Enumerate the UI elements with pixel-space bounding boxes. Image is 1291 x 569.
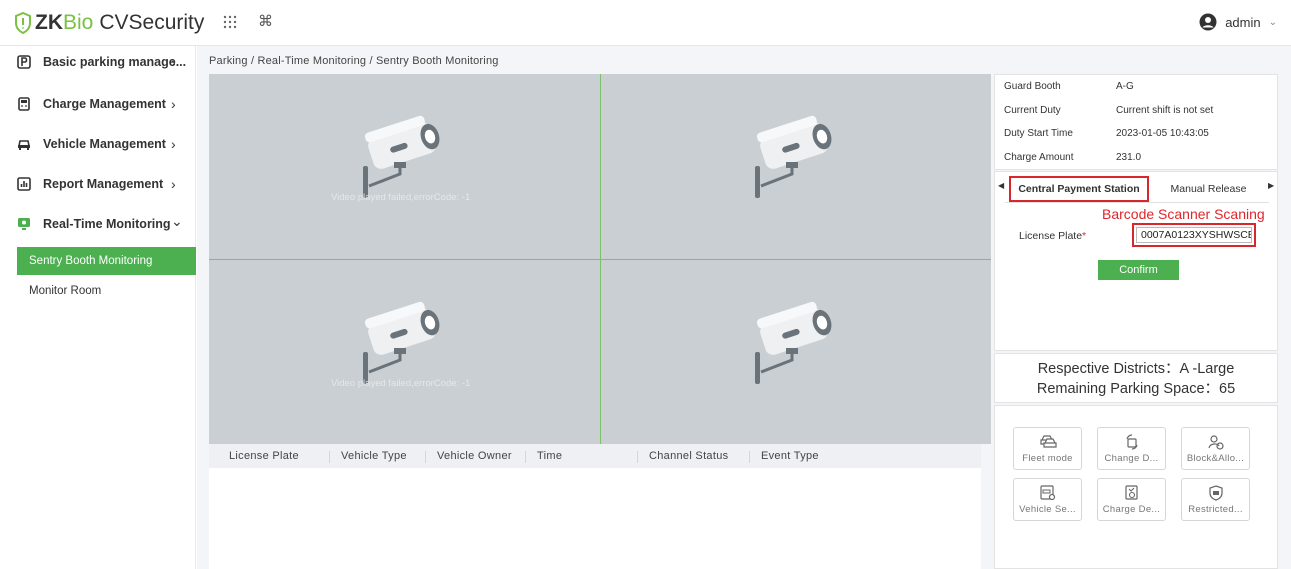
confirm-button[interactable]: Confirm — [1098, 260, 1179, 280]
change-duty-icon — [1125, 434, 1138, 450]
tab-scroll-right-icon[interactable]: ▶ — [1268, 181, 1274, 190]
sidebar-item-vehicle[interactable]: Vehicle Management › — [0, 128, 196, 160]
column-header-time[interactable]: Time — [537, 450, 562, 462]
district-panel: Respective Districts：A -Large Remaining … — [994, 353, 1278, 403]
chevron-down-icon: ⌄ — [171, 213, 183, 229]
sidebar-item-label: Basic parking manage... — [43, 55, 187, 69]
shield-logo-icon — [15, 12, 31, 34]
sidebar-item-label: Charge Management — [43, 97, 166, 111]
events-table-body — [209, 468, 981, 569]
quick-actions-panel: Fleet mode Change D... Block&Allo... Veh… — [994, 405, 1278, 569]
sidebar-item-charge[interactable]: Charge Management › — [0, 88, 196, 120]
remaining-space: Remaining Parking Space：65 — [1036, 381, 1236, 397]
grid-divider-horizontal — [209, 259, 991, 260]
video-cell-1[interactable]: Video played failed,errorCode: -1 — [209, 74, 599, 258]
tab-scroll-left-icon[interactable]: ◀ — [998, 181, 1004, 190]
video-cell-4[interactable] — [601, 260, 991, 444]
chart-icon — [17, 177, 31, 191]
column-header-vehicle-type[interactable]: Vehicle Type — [341, 450, 407, 462]
payment-panel: ◀ Central Payment Station Manual Release… — [994, 171, 1278, 351]
sidebar-subitem-monitor-room[interactable]: Monitor Room — [17, 277, 196, 305]
user-name: admin — [1225, 14, 1261, 30]
info-value-current-duty: Current shift is not set — [1116, 105, 1214, 116]
tab-central-payment[interactable]: Central Payment Station — [1009, 176, 1149, 202]
breadcrumb: Parking / Real-Time Monitoring / Sentry … — [209, 55, 499, 67]
charge-detail-icon — [1124, 485, 1138, 500]
sidebar-item-label: Real-Time Monitoring — [43, 217, 171, 231]
charge-detail-button[interactable]: Charge De... — [1097, 478, 1166, 521]
user-menu[interactable]: admin ⌄ — [1199, 13, 1277, 31]
sidebar: Basic parking manage... › Charge Managem… — [0, 46, 196, 569]
sidebar-subitem-sentry-booth[interactable]: Sentry Booth Monitoring — [17, 247, 196, 275]
sidebar-item-label: Vehicle Management — [43, 137, 166, 151]
info-label-duty-start: Duty Start Time — [1004, 128, 1073, 139]
license-plate-input[interactable] — [1136, 227, 1252, 243]
chevron-right-icon: › — [171, 96, 176, 112]
restricted-button[interactable]: Restricted... — [1181, 478, 1250, 521]
scanner-note: Barcode Scanner Scaning — [1102, 206, 1265, 222]
info-label-guard-booth: Guard Booth — [1004, 81, 1061, 92]
license-plate-label: License Plate* — [1019, 230, 1087, 242]
sidebar-item-label: Report Management — [43, 177, 164, 191]
info-value-charge-amount: 231.0 — [1116, 152, 1142, 163]
events-table-header: License Plate Vehicle Type Vehicle Owner… — [209, 444, 981, 468]
camera-icon — [755, 301, 832, 384]
sidebar-subitem-label: Monitor Room — [29, 285, 102, 297]
sidebar-item-basic-parking[interactable]: Basic parking manage... › — [0, 46, 196, 78]
apps-grid-icon[interactable] — [222, 14, 238, 30]
app-logo[interactable]: ZK Bio CVSecurity — [14, 10, 204, 36]
car-icon — [18, 140, 30, 150]
sidebar-item-report[interactable]: Report Management › — [0, 168, 196, 200]
column-header-channel-status[interactable]: Channel Status — [649, 450, 728, 462]
block-allow-icon — [1207, 435, 1224, 450]
block-allow-button[interactable]: Block&Allo... — [1181, 427, 1250, 470]
column-header-license-plate[interactable]: License Plate — [229, 450, 299, 462]
calculator-icon — [18, 97, 30, 111]
tab-manual-release[interactable]: Manual Release — [1161, 176, 1256, 202]
parking-icon — [17, 55, 31, 69]
chevron-right-icon: › — [171, 176, 176, 192]
video-grid: Video played failed,errorCode: -1 Video … — [209, 74, 991, 444]
camera-icon — [363, 301, 440, 384]
column-header-vehicle-owner[interactable]: Vehicle Owner — [437, 450, 512, 462]
brand-bio: Bio — [63, 11, 94, 34]
booth-info-panel: Guard Booth A-G Current Duty Current shi… — [994, 74, 1278, 170]
video-cell-3[interactable]: Video played failed,errorCode: -1 — [209, 260, 599, 444]
info-value-duty-start: 2023-01-05 10:43:05 — [1116, 128, 1209, 139]
column-header-event-type[interactable]: Event Type — [761, 450, 819, 462]
sidebar-item-realtime[interactable]: Real-Time Monitoring ⌄ — [0, 208, 196, 240]
restricted-icon — [1208, 485, 1223, 501]
brand-zk: ZK — [35, 11, 63, 34]
user-avatar-icon — [1199, 13, 1217, 31]
change-duty-button[interactable]: Change D... — [1097, 427, 1166, 470]
vehicle-search-icon — [1039, 485, 1055, 501]
camera-icon — [755, 115, 832, 198]
info-label-current-duty: Current Duty — [1004, 105, 1061, 116]
video-error-text: Video played failed,errorCode: -1 — [331, 378, 471, 389]
sidebar-subitem-label: Sentry Booth Monitoring — [29, 255, 153, 267]
district-name: Respective Districts：A -Large — [1037, 361, 1235, 377]
video-cell-2[interactable] — [601, 74, 991, 258]
monitor-icon — [18, 218, 30, 230]
info-label-charge-amount: Charge Amount — [1004, 152, 1074, 163]
chevron-right-icon: › — [171, 136, 176, 152]
command-icon[interactable]: ⌘ — [258, 12, 273, 30]
license-plate-field-highlight — [1132, 223, 1256, 247]
main-content: Parking / Real-Time Monitoring / Sentry … — [197, 46, 1291, 569]
info-value-guard-booth: A-G — [1116, 81, 1134, 92]
vehicle-search-button[interactable]: Vehicle Se... — [1013, 478, 1082, 521]
chevron-down-icon: ⌄ — [1268, 16, 1277, 28]
camera-icon — [363, 115, 440, 198]
top-bar: ZK Bio CVSecurity ⌘ admin ⌄ — [0, 0, 1291, 46]
tab-underline — [1005, 202, 1269, 203]
chevron-right-icon: › — [171, 54, 176, 70]
brand-name: CVSecurity — [99, 11, 205, 34]
fleet-mode-button[interactable]: Fleet mode — [1013, 427, 1082, 470]
fleet-icon — [1039, 435, 1057, 448]
video-error-text: Video played failed,errorCode: -1 — [331, 192, 471, 203]
